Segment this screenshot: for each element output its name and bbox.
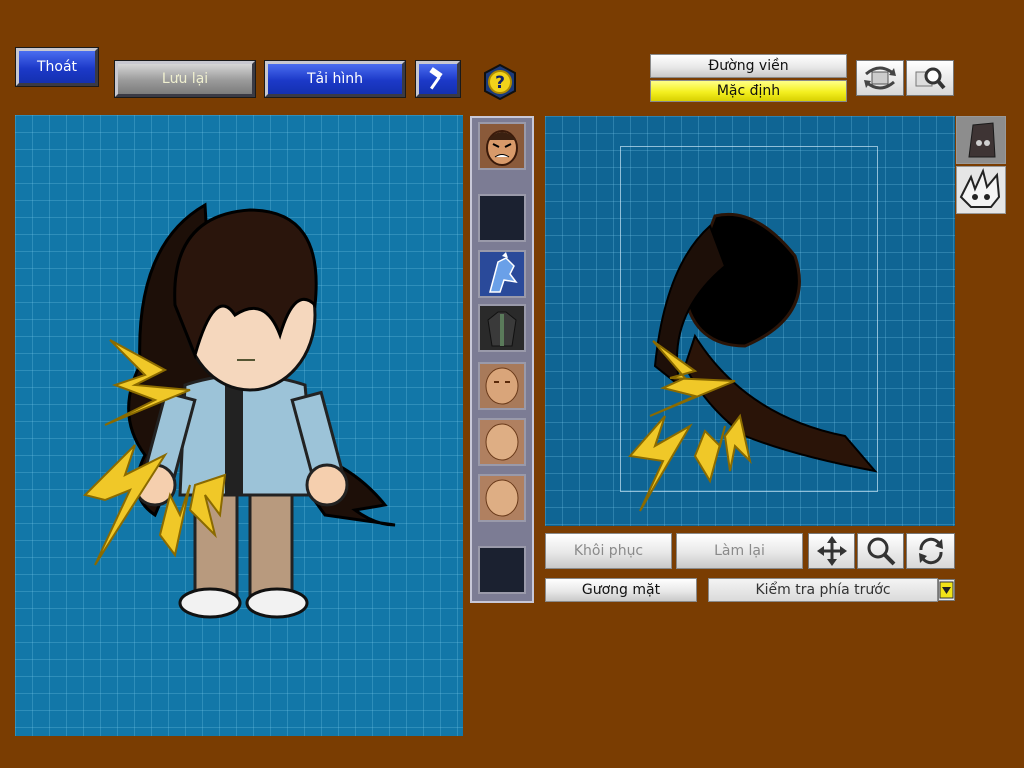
character-preview[interactable] — [15, 115, 463, 736]
exit-button[interactable]: Thoát — [15, 47, 99, 87]
spiky-hair-icon — [959, 167, 1001, 208]
rotate-button[interactable] — [906, 533, 955, 569]
redo-button[interactable]: Làm lại — [676, 533, 803, 569]
outline-toggle[interactable]: Đường viền — [650, 54, 847, 78]
outfit-icon — [487, 311, 517, 347]
thumb-face-plain-2[interactable] — [478, 418, 526, 466]
reload-image-button[interactable]: Tải hình — [264, 60, 406, 98]
skull-stone-button[interactable] — [956, 116, 1006, 164]
thumb-empty-2[interactable] — [478, 546, 526, 594]
thumb-face-angry[interactable] — [478, 122, 526, 170]
zoom-view-button[interactable] — [906, 60, 954, 96]
thumb-dark-outfit[interactable] — [478, 304, 526, 352]
view-direction-select[interactable]: Kiểm tra phía trước — [708, 578, 938, 602]
svg-text:?: ? — [495, 73, 505, 93]
plain-face-icon-2 — [485, 423, 519, 461]
tool-button[interactable] — [415, 60, 461, 98]
skull-stone-icon — [957, 117, 1005, 163]
help-button[interactable]: ? — [482, 63, 518, 101]
view-dropdown-button[interactable] — [938, 579, 955, 601]
plain-face-icon-3 — [485, 479, 519, 517]
move-icon — [816, 536, 847, 566]
chevron-down-icon — [939, 581, 954, 599]
parts-list[interactable] — [470, 116, 534, 603]
hammer-icon — [429, 67, 443, 90]
rotate-view-button[interactable] — [856, 60, 904, 96]
zoom-button[interactable] — [857, 533, 904, 569]
part-selector[interactable]: Gương mặt — [545, 578, 697, 602]
zoom-view-icon — [915, 67, 946, 90]
thumb-blue-dragon[interactable] — [478, 250, 526, 298]
spiky-hair-button[interactable] — [956, 166, 1006, 214]
character-figure — [83, 202, 396, 619]
rotate-icon — [918, 537, 943, 565]
part-editor-canvas[interactable] — [545, 116, 955, 526]
hair-part-preview — [628, 212, 878, 512]
magnifier-icon — [867, 537, 895, 566]
thumb-empty[interactable] — [478, 194, 526, 242]
plain-face-icon — [485, 367, 519, 405]
restore-button[interactable]: Khôi phục — [545, 533, 672, 569]
save-button[interactable]: Lưu lại — [114, 60, 256, 98]
question-icon: ? — [484, 63, 516, 101]
rotate-view-icon — [864, 66, 896, 90]
angry-face-icon — [486, 130, 518, 166]
thumb-face-plain[interactable] — [478, 362, 526, 410]
move-button[interactable] — [808, 533, 855, 569]
thumb-face-plain-3[interactable] — [478, 474, 526, 522]
dragon-icon — [489, 252, 518, 293]
default-toggle[interactable]: Mặc định — [650, 80, 847, 102]
